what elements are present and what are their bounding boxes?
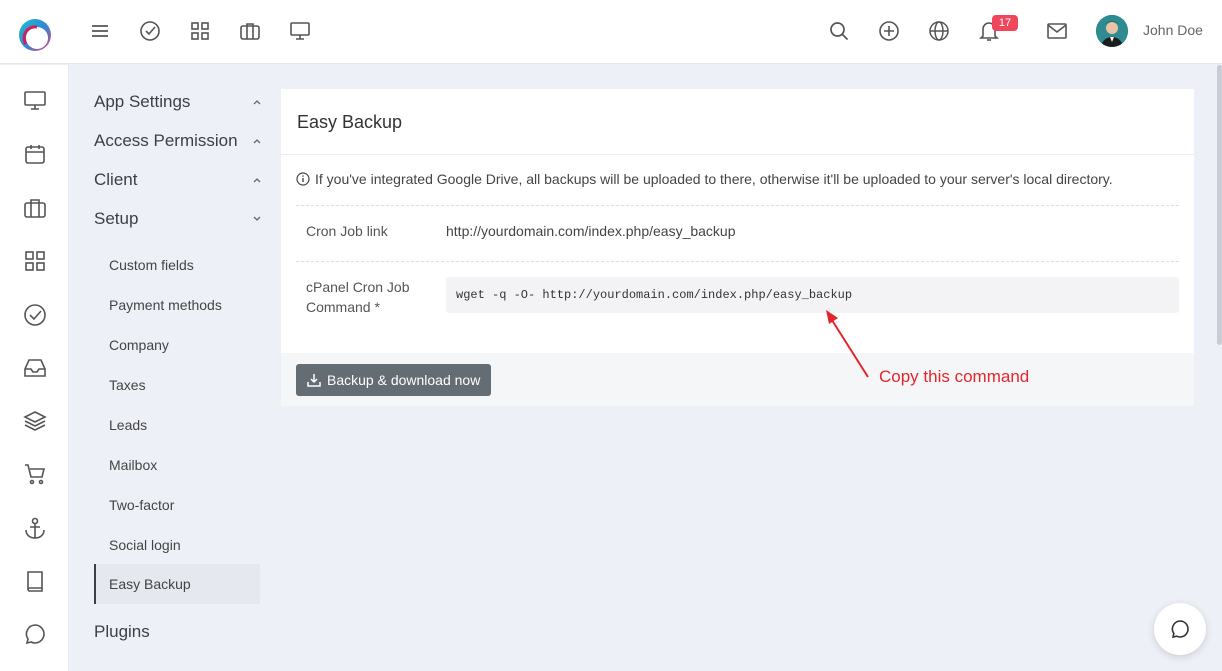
menu-access-permission[interactable]: Access Permission: [94, 131, 238, 151]
cpanel-command-box[interactable]: wget -q -O- http://yourdomain.com/index.…: [446, 277, 1179, 313]
mail-icon[interactable]: [1045, 19, 1069, 43]
briefcase-icon[interactable]: [238, 19, 262, 43]
card-footer: Backup & download now: [281, 353, 1194, 406]
book-icon[interactable]: [22, 568, 48, 594]
chevron-up-icon[interactable]: [251, 135, 263, 147]
download-icon: [307, 374, 321, 387]
cpanel-command-text[interactable]: wget -q -O- http://yourdomain.com/index.…: [456, 288, 852, 302]
easy-backup-card: Easy Backup If you've integrated Google …: [281, 89, 1194, 406]
briefcase-icon[interactable]: [22, 195, 48, 221]
cart-icon[interactable]: [22, 461, 48, 487]
menu-item-two-factor[interactable]: Two-factor: [109, 497, 174, 513]
chevron-down-icon[interactable]: [251, 213, 263, 225]
divider: [296, 205, 1179, 206]
layers-icon[interactable]: [22, 408, 48, 434]
chat-icon[interactable]: [22, 621, 48, 647]
menu-item-mailbox[interactable]: Mailbox: [109, 457, 157, 473]
check-circle-icon[interactable]: [22, 302, 48, 328]
menu-client[interactable]: Client: [94, 170, 137, 190]
app-logo[interactable]: [17, 17, 53, 53]
cpanel-command-label: cPanel Cron Job Command *: [306, 277, 410, 317]
chat-button[interactable]: [1154, 603, 1206, 655]
anchor-icon[interactable]: [22, 515, 48, 541]
globe-icon[interactable]: [927, 19, 951, 43]
info-text: If you've integrated Google Drive, all b…: [315, 171, 1113, 187]
divider: [296, 261, 1179, 262]
info-message: If you've integrated Google Drive, all b…: [296, 171, 1113, 187]
menu-item-custom-fields[interactable]: Custom fields: [109, 257, 194, 273]
menu-icon[interactable]: [88, 19, 112, 43]
monitor-icon[interactable]: [288, 19, 312, 43]
user-name[interactable]: John Doe: [1143, 22, 1203, 38]
backup-button-label: Backup & download now: [327, 372, 481, 388]
top-bar: 17 John Doe: [0, 0, 1222, 64]
cpanel-label-line2: Command *: [306, 299, 380, 315]
search-icon[interactable]: [827, 19, 851, 43]
menu-plugins[interactable]: Plugins: [94, 622, 150, 642]
chevron-up-icon[interactable]: [251, 174, 263, 186]
menu-item-easy-backup[interactable]: Easy Backup: [109, 576, 191, 592]
cpanel-label-line1: cPanel Cron Job: [306, 279, 410, 295]
backup-download-button[interactable]: Backup & download now: [296, 364, 492, 396]
grid-icon[interactable]: [22, 248, 48, 274]
menu-item-taxes[interactable]: Taxes: [109, 377, 146, 393]
grid-icon[interactable]: [188, 19, 212, 43]
chat-icon: [1171, 620, 1189, 639]
avatar[interactable]: [1096, 15, 1128, 47]
notification-badge: 17: [992, 15, 1018, 31]
left-rail: [0, 65, 69, 671]
menu-item-payment-methods[interactable]: Payment methods: [109, 297, 222, 313]
menu-setup[interactable]: Setup: [94, 209, 138, 229]
menu-item-social-login[interactable]: Social login: [109, 537, 181, 553]
chevron-up-icon[interactable]: [251, 96, 263, 108]
inbox-icon[interactable]: [22, 355, 48, 381]
page-title: Easy Backup: [297, 112, 403, 132]
calendar-icon[interactable]: [22, 141, 48, 167]
cron-job-link[interactable]: http://yourdomain.com/index.php/easy_bac…: [446, 223, 736, 239]
menu-item-company[interactable]: Company: [109, 337, 169, 353]
cron-job-label: Cron Job link: [306, 223, 388, 239]
info-icon: [296, 172, 310, 186]
card-header: Easy Backup: [281, 89, 1194, 155]
menu-item-leads[interactable]: Leads: [109, 417, 147, 433]
monitor-icon[interactable]: [22, 88, 48, 114]
annotation-arrow: [826, 310, 869, 378]
check-circle-icon[interactable]: [138, 19, 162, 43]
annotation-text: Copy this command: [879, 367, 1030, 386]
scrollbar[interactable]: [1217, 65, 1222, 345]
plus-circle-icon[interactable]: [877, 19, 901, 43]
menu-app-settings[interactable]: App Settings: [94, 92, 190, 112]
